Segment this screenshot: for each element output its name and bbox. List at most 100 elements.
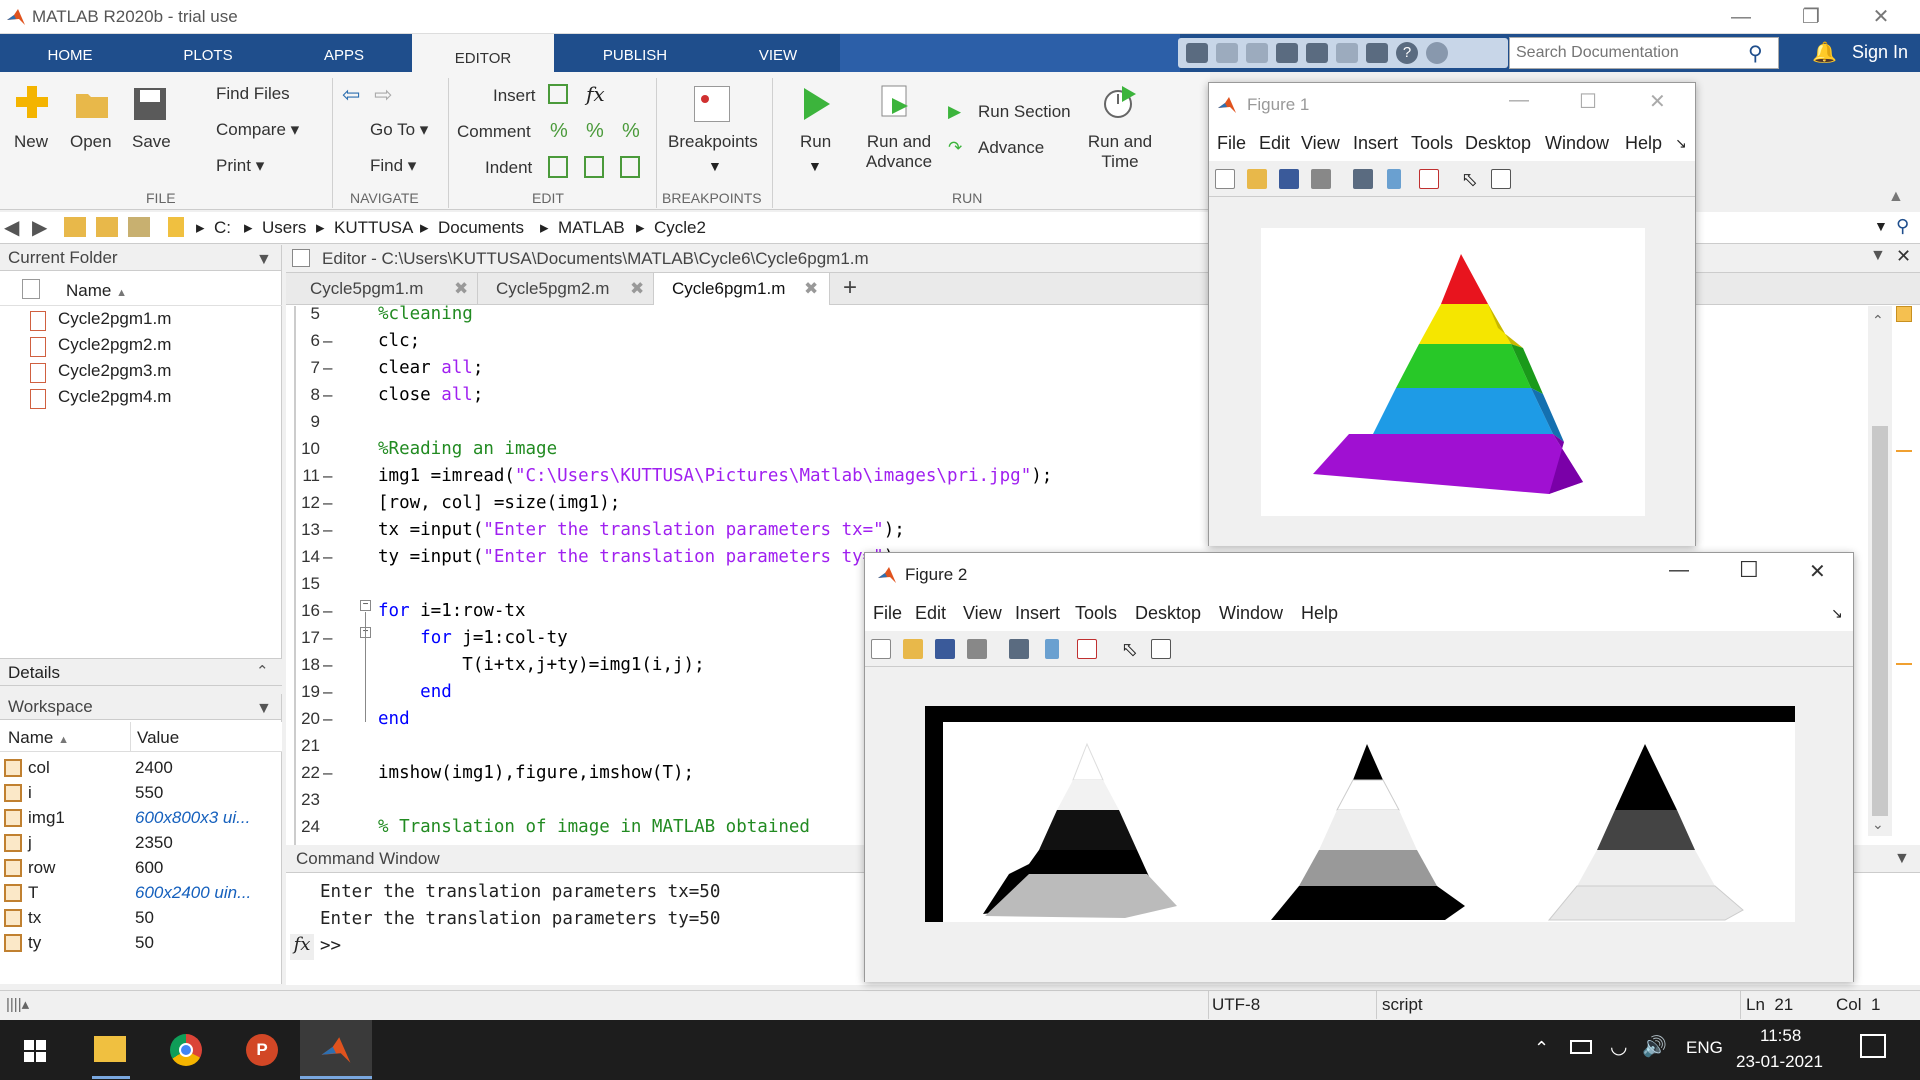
tab-close-icon[interactable]: ✖ <box>454 273 468 305</box>
scroll-down-icon[interactable]: ⌄ <box>1872 816 1884 833</box>
line-number[interactable]: 24 <box>286 817 320 837</box>
name-column-header[interactable]: Name ▲ <box>66 281 127 301</box>
matlab-taskbar-button[interactable] <box>300 1020 372 1080</box>
menu-insert[interactable]: Insert <box>1015 603 1060 624</box>
undo-icon[interactable] <box>1306 43 1328 63</box>
breakpoint-dash[interactable]: – <box>323 655 332 675</box>
editor-tab[interactable]: Cycle5pgm1.m ✖ <box>292 273 478 305</box>
dock-arrow-icon[interactable]: ↘ <box>1831 605 1843 622</box>
menu-view[interactable]: View <box>963 603 1002 624</box>
tab-view[interactable]: VIEW <box>728 34 828 72</box>
tab-close-icon[interactable]: ✖ <box>630 273 644 305</box>
command-prompt[interactable]: >> <box>320 936 341 956</box>
workspace-row[interactable]: row 600 <box>0 856 282 881</box>
code-line[interactable]: T(i+tx,j+ty)=img1(i,j); <box>378 655 704 675</box>
scroll-up-icon[interactable]: ⌃ <box>1872 312 1884 329</box>
warning-marker[interactable] <box>1896 663 1912 665</box>
decrease-indent-icon[interactable] <box>620 156 640 178</box>
maximize-button[interactable]: ☐ <box>1739 557 1759 583</box>
search-input[interactable] <box>1510 38 1740 68</box>
line-number[interactable]: 10 <box>286 439 320 459</box>
workspace-row[interactable]: tx 50 <box>0 906 282 931</box>
menu-window[interactable]: Window <box>1545 133 1609 154</box>
line-number[interactable]: 19 <box>286 682 320 702</box>
run-and-time-button[interactable]: Run and Time <box>1084 132 1156 172</box>
forward-nav-icon[interactable]: ▶ <box>32 215 47 240</box>
run-button[interactable]: Run <box>800 132 831 152</box>
editor-tab-active[interactable]: Cycle6pgm1.m ✖ <box>654 273 830 305</box>
ws-name-column-header[interactable]: Name ▲ <box>8 728 69 748</box>
open-file-icon[interactable] <box>903 639 923 659</box>
back-arrow-icon[interactable]: ⇦ <box>342 82 360 108</box>
print-figure-icon[interactable] <box>1311 169 1331 189</box>
advance-button[interactable]: ↷ Advance <box>948 138 1044 158</box>
breakpoint-dash[interactable]: – <box>323 547 332 567</box>
copy-icon[interactable] <box>1246 43 1268 63</box>
powerpoint-icon[interactable]: P <box>246 1034 278 1066</box>
menu-insert[interactable]: Insert <box>1353 133 1398 154</box>
line-number[interactable]: 22 <box>286 763 320 783</box>
dropdown-icon[interactable] <box>1426 42 1448 64</box>
property-inspector-icon[interactable] <box>1151 639 1171 659</box>
tab-editor[interactable]: EDITOR <box>412 34 554 72</box>
code-line[interactable]: close all; <box>378 385 483 405</box>
cut-icon[interactable] <box>1216 43 1238 63</box>
find-button[interactable]: Find ▾ <box>342 156 416 176</box>
menu-desktop[interactable]: Desktop <box>1135 603 1201 624</box>
address-dropdown-icon[interactable]: ▼ <box>1874 218 1888 234</box>
code-line[interactable]: for i=1:row-tx <box>378 601 526 621</box>
workspace-row[interactable]: i 550 <box>0 781 282 806</box>
line-number[interactable]: 7 <box>286 358 320 378</box>
minimize-button[interactable]: — <box>1509 89 1529 112</box>
language-indicator[interactable]: ENG <box>1686 1038 1723 1058</box>
workspace-row[interactable]: col 2400 <box>0 756 282 781</box>
workspace-row[interactable]: img1 600x800x3 ui... <box>0 806 282 831</box>
code-analyzer-indicator[interactable] <box>1896 306 1912 322</box>
indent-button[interactable]: Indent <box>485 158 532 178</box>
breakpoint-dash[interactable]: – <box>323 709 332 729</box>
menu-tools[interactable]: Tools <box>1075 603 1117 624</box>
close-button[interactable]: ✕ <box>1649 89 1666 114</box>
notification-bell-icon[interactable]: 🔔 <box>1812 40 1837 65</box>
compare-button[interactable]: Compare ▾ <box>188 120 299 140</box>
line-number[interactable]: 11 <box>286 466 320 486</box>
volume-icon[interactable]: 🔊 <box>1642 1034 1667 1059</box>
breakpoint-dash[interactable]: – <box>323 682 332 702</box>
ws-value-column-header[interactable]: Value <box>137 728 179 748</box>
switch-windows-icon[interactable] <box>1366 43 1388 63</box>
details-panel-header[interactable]: Details ⌃ <box>0 658 282 686</box>
code-line[interactable]: end <box>378 709 410 729</box>
tab-apps[interactable]: APPS <box>294 34 394 72</box>
line-number[interactable]: 9 <box>286 412 320 432</box>
line-number[interactable]: 16 <box>286 601 320 621</box>
breakpoints-dropdown-icon[interactable]: ▼ <box>708 158 722 174</box>
workspace-row[interactable]: j 2350 <box>0 831 282 856</box>
code-line[interactable]: ty =input("Enter the translation paramet… <box>378 547 905 567</box>
breakpoint-dash[interactable]: – <box>323 331 332 351</box>
code-line[interactable]: clc; <box>378 331 420 351</box>
line-number[interactable]: 23 <box>286 790 320 810</box>
new-tab-plus-icon[interactable]: + <box>830 273 870 305</box>
code-line[interactable]: clear all; <box>378 358 483 378</box>
workspace-row[interactable]: ty 50 <box>0 931 282 956</box>
line-number[interactable]: 12 <box>286 493 320 513</box>
menu-edit[interactable]: Edit <box>1259 133 1290 154</box>
code-line[interactable]: end <box>378 682 452 702</box>
editor-close-icon[interactable]: ✕ <box>1896 246 1911 267</box>
breakpoint-dash[interactable]: – <box>323 628 332 648</box>
editor-scrollbar[interactable]: ⌃ ⌄ <box>1868 306 1892 836</box>
tab-plots[interactable]: PLOTS <box>158 34 258 72</box>
code-line[interactable]: %Reading an image <box>378 439 557 459</box>
close-button[interactable]: ✕ <box>1809 559 1826 584</box>
breakpoint-dash[interactable]: – <box>323 358 332 378</box>
insert-button[interactable]: Insert <box>493 86 536 106</box>
show-hidden-icons-icon[interactable]: ⌃ <box>1534 1038 1549 1059</box>
line-number[interactable]: 5 <box>286 304 320 324</box>
restore-button[interactable]: ❐ <box>1782 0 1840 34</box>
breakpoint-dash[interactable]: – <box>323 385 332 405</box>
breakpoint-dash[interactable]: – <box>323 493 332 513</box>
comment-button[interactable]: Comment <box>457 122 531 142</box>
forward-arrow-icon[interactable]: ⇨ <box>374 82 392 108</box>
comment-percent-icon[interactable]: % <box>550 120 568 143</box>
colorbar-icon[interactable] <box>1045 639 1059 659</box>
